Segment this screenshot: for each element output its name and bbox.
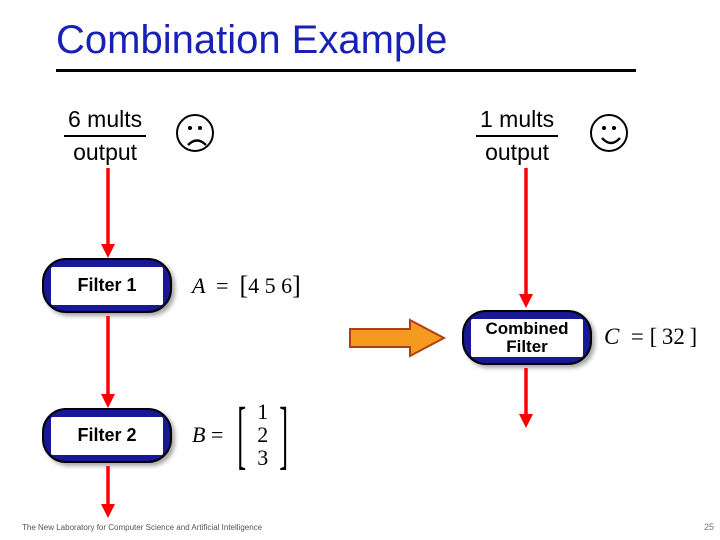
matrix-a-values: 4 5 6 [248, 273, 292, 298]
arrow-right-icon [348, 318, 448, 363]
sad-face-icon [176, 114, 214, 152]
matrix-b-v0: 1 [257, 400, 268, 423]
left-bracket: [ [239, 271, 248, 300]
left-mults-count: 6 mults [64, 106, 146, 137]
right-output-label: output [476, 137, 558, 166]
right-bracket: ] [689, 324, 697, 349]
equals-sign: = [216, 273, 228, 298]
left-bracket: [ [237, 407, 246, 463]
right-bracket: ] [292, 271, 301, 300]
matrix-a: A = [4 5 6] [192, 270, 301, 300]
left-bracket: [ [650, 324, 658, 349]
left-mults-block: 6 mults output [64, 106, 146, 166]
matrix-c-value: 32 [662, 324, 685, 349]
slide-title: Combination Example [56, 18, 636, 72]
matrix-b-name: B [192, 422, 205, 448]
footer-text: The New Laboratory for Computer Science … [22, 523, 262, 532]
right-bracket: ] [279, 407, 288, 463]
equals-sign: = [211, 422, 223, 448]
arrow-down-icon [517, 368, 535, 428]
filter-2-label: Filter 2 [51, 417, 163, 455]
arrow-down-icon [517, 168, 535, 308]
matrix-b: B = [ 1 2 3 ] [192, 400, 297, 469]
combined-label-1: Combined [485, 320, 568, 338]
matrix-b-v2: 3 [257, 446, 268, 469]
combined-filter-node: Combined Filter [462, 310, 592, 365]
arrow-down-icon [99, 168, 117, 258]
happy-face-icon [590, 114, 628, 152]
combined-label-2: Filter [506, 338, 548, 356]
page-number: 25 [704, 522, 714, 532]
right-mults-block: 1 mults output [476, 106, 558, 166]
arrow-down-icon [99, 466, 117, 518]
matrix-b-values: 1 2 3 [254, 400, 271, 469]
filter-2-node: Filter 2 [42, 408, 172, 463]
matrix-c: C = [ 32 ] [604, 324, 697, 350]
filter-1-label: Filter 1 [51, 267, 163, 305]
arrow-down-icon [99, 316, 117, 408]
right-mults-count: 1 mults [476, 106, 558, 137]
left-output-label: output [64, 137, 146, 166]
equals-sign: = [631, 324, 644, 349]
combined-filter-label: Combined Filter [471, 319, 583, 357]
matrix-a-name: A [192, 273, 205, 298]
matrix-c-name: C [604, 324, 619, 349]
matrix-b-v1: 2 [257, 423, 268, 446]
filter-1-node: Filter 1 [42, 258, 172, 313]
